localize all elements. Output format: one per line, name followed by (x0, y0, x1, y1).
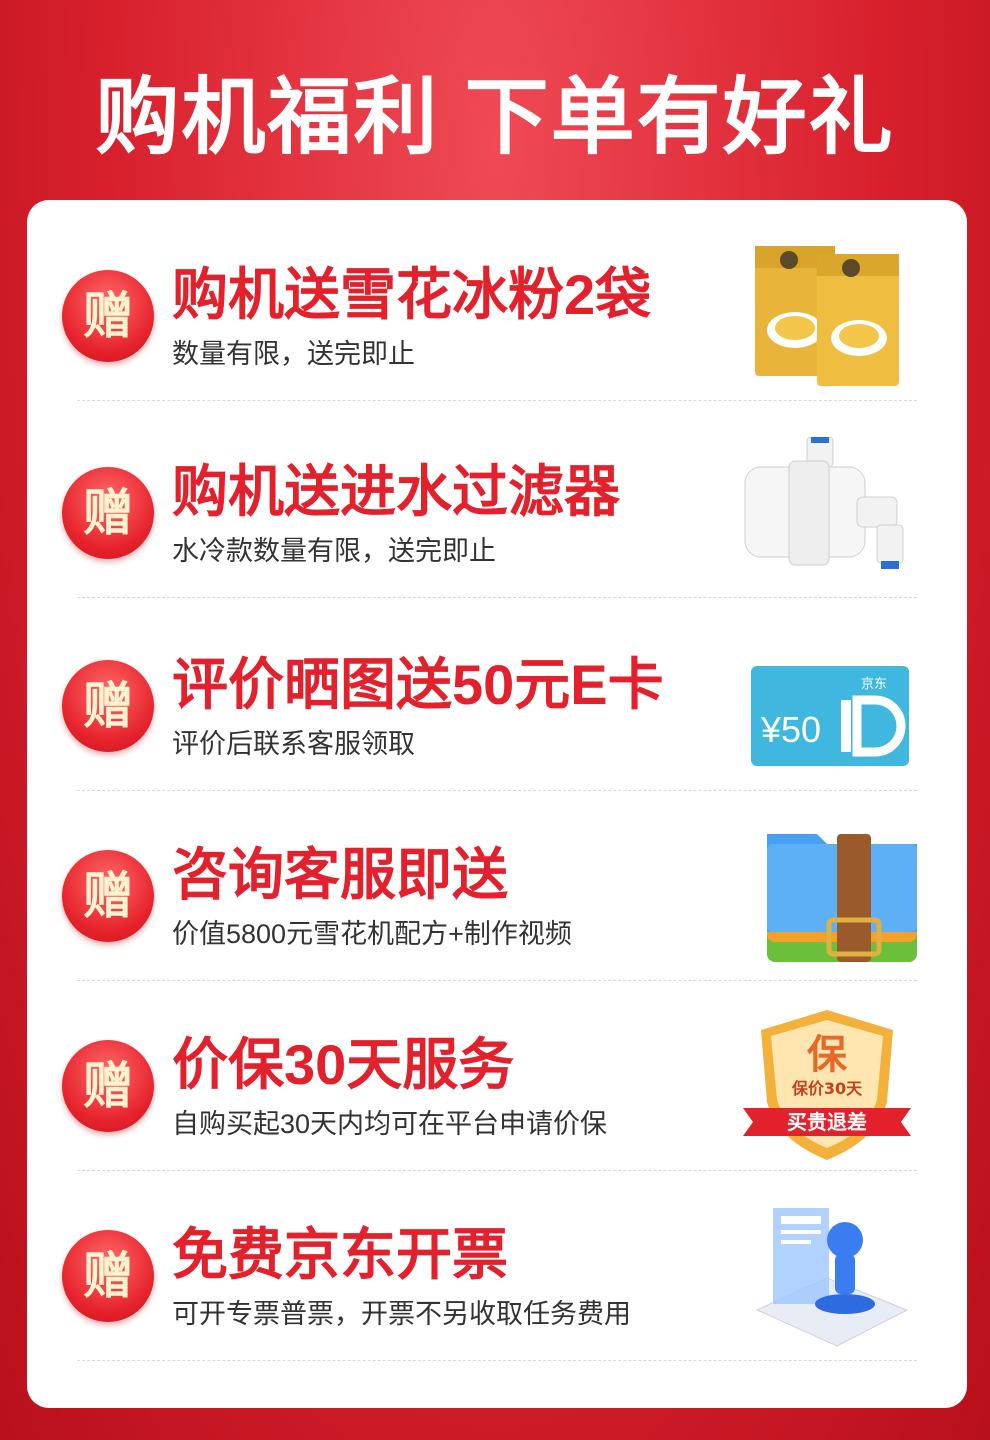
water-filter-icon (744, 437, 904, 569)
gift-badge: 赠 (62, 1040, 154, 1132)
archive-box-icon (767, 834, 917, 962)
benefit-row-ecard: 赠 评价晒图送50元E卡 评价后联系客服领取 京东 ¥50 (62, 600, 917, 791)
benefit-title: 免费京东开票 (172, 1223, 508, 1286)
jd-ecard-icon: 京东 ¥50 (751, 666, 909, 766)
ecard-brand: 京东 (861, 677, 887, 692)
shield-subtext: 保价30天 (791, 1079, 863, 1098)
benefit-subtitle: 价值5800元雪花机配方+制作视频 (172, 919, 572, 949)
gift-badge: 赠 (62, 467, 154, 559)
snow-ice-powder-bags-icon (755, 246, 899, 386)
benefit-row-price-protection: 赠 价保30天服务 自购买起30天内均可在平台申请价保 保 保价30天 买贵退差 (62, 980, 917, 1171)
gift-badge: 赠 (62, 660, 154, 752)
benefit-subtitle: 自购买起30天内均可在平台申请价保 (172, 1109, 608, 1139)
benefit-row-customer-service: 赠 咨询客服即送 价值5800元雪花机配方+制作视频 (62, 790, 917, 981)
ecard-value: ¥50 (760, 709, 821, 750)
benefit-title: 购机送进水过滤器 (172, 460, 620, 523)
benefit-title: 购机送雪花冰粉2袋 (172, 263, 652, 326)
benefit-subtitle: 水冷款数量有限，送完即止 (172, 536, 496, 566)
gift-badge: 赠 (62, 850, 154, 942)
benefit-title: 价保30天服务 (172, 1033, 515, 1096)
benefit-subtitle: 可开专票普票，开票不另收取任务费用 (172, 1299, 631, 1329)
page-title: 购机福利 下单有好礼 (95, 70, 895, 164)
ribbon-text: 买贵退差 (787, 1110, 867, 1134)
gift-badge: 赠 (62, 270, 154, 362)
benefit-row-snow-ice-powder: 赠 购机送雪花冰粉2袋 数量有限，送完即止 (62, 210, 917, 401)
shield-text: 保 (807, 1032, 848, 1078)
benefit-subtitle: 评价后联系客服领取 (172, 729, 415, 759)
benefits-card: 赠 购机送雪花冰粉2袋 数量有限，送完即止 赠 购机送进水过滤器 水冷款数量有限… (27, 200, 967, 1408)
gift-badge: 赠 (62, 1230, 154, 1322)
invoice-stamp-icon (755, 1208, 909, 1347)
price-protection-shield-icon: 保 保价30天 买贵退差 (743, 1010, 911, 1160)
benefit-row-invoice: 赠 免费京东开票 可开专票普票，开票不另收取任务费用 (62, 1170, 917, 1361)
benefit-row-water-filter: 赠 购机送进水过滤器 水冷款数量有限，送完即止 (62, 407, 917, 598)
benefit-title: 评价晒图送50元E卡 (172, 653, 664, 716)
benefit-title: 咨询客服即送 (172, 843, 508, 906)
benefit-subtitle: 数量有限，送完即止 (172, 339, 415, 369)
